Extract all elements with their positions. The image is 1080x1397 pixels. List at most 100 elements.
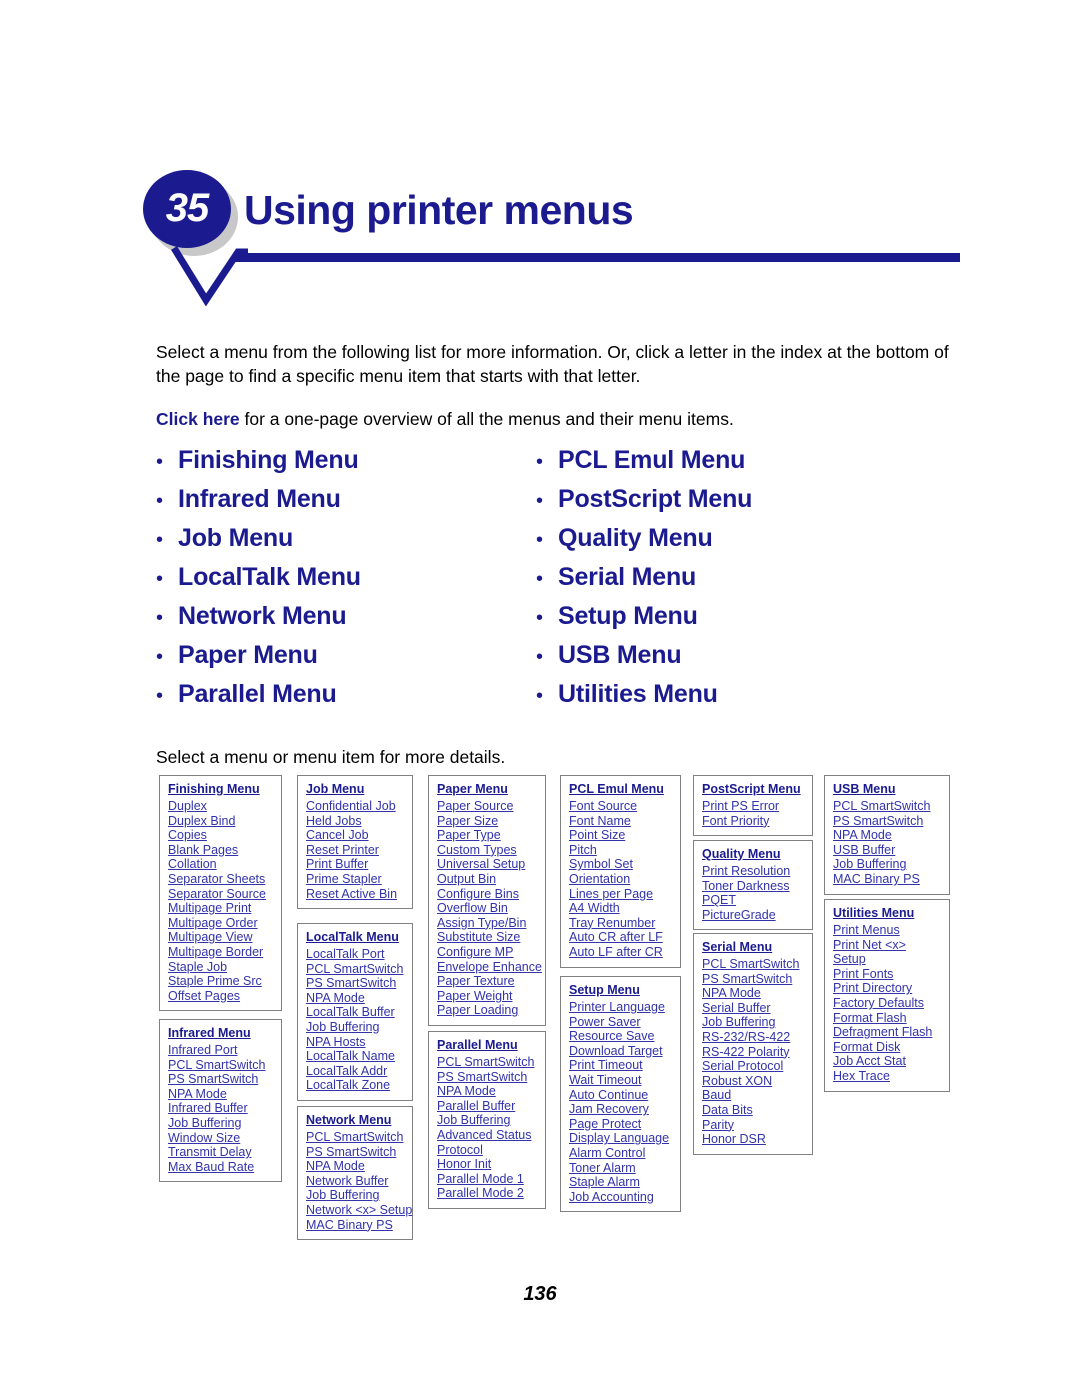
menu-box-title-finishing[interactable]: Finishing Menu [168,782,274,796]
menu-item[interactable]: Format Flash [833,1011,942,1026]
menu-item[interactable]: LocalTalk Buffer [306,1005,405,1020]
menu-item[interactable]: Job Buffering [437,1113,538,1128]
menu-item[interactable]: LocalTalk Addr [306,1064,405,1079]
menu-item[interactable]: Parity [702,1118,805,1133]
menu-item[interactable]: PCL SmartSwitch [437,1055,538,1070]
menu-item[interactable]: Print Buffer [306,857,405,872]
menu-item[interactable]: Job Buffering [306,1188,405,1203]
menu-item[interactable]: NPA Mode [437,1084,538,1099]
menu-item[interactable]: Honor DSR [702,1132,805,1147]
menu-item[interactable]: Serial Buffer [702,1001,805,1016]
menu-item[interactable]: Factory Defaults [833,996,942,1011]
menu-item[interactable]: Copies [168,828,274,843]
menu-item[interactable]: Page Protect [569,1117,673,1132]
menu-item[interactable]: Pitch [569,843,673,858]
menu-item[interactable]: Power Saver [569,1015,673,1030]
menu-item[interactable]: Toner Alarm [569,1161,673,1176]
menu-item[interactable]: Infrared Buffer [168,1101,274,1116]
menu-item[interactable]: Job Buffering [306,1020,405,1035]
menu-item[interactable]: LocalTalk Port [306,947,405,962]
menu-item[interactable]: Auto CR after LF [569,930,673,945]
menu-item[interactable]: Font Name [569,814,673,829]
menu-item[interactable]: USB Buffer [833,843,942,858]
menu-item[interactable]: Separator Source [168,887,274,902]
menu-item[interactable]: PS SmartSwitch [168,1072,274,1087]
menu-item[interactable]: Multipage Print [168,901,274,916]
menu-box-title-paper[interactable]: Paper Menu [437,782,538,796]
menu-item[interactable]: Window Size [168,1131,274,1146]
menu-box-title-pcl-emul[interactable]: PCL Emul Menu [569,782,673,796]
menu-item[interactable]: Auto Continue [569,1088,673,1103]
menu-item[interactable]: Infrared Port [168,1043,274,1058]
menu-item[interactable]: Print Resolution [702,864,805,879]
menu-item[interactable]: Custom Types [437,843,538,858]
menu-item[interactable]: Lines per Page [569,887,673,902]
menu-item[interactable]: Envelope Enhance [437,960,542,975]
menu-item[interactable]: RS-422 Polarity [702,1045,805,1060]
menu-item[interactable]: Resource Save [569,1029,673,1044]
menu-item[interactable]: Job Accounting [569,1190,673,1205]
menu-item[interactable]: PCL SmartSwitch [168,1058,274,1073]
menu-item[interactable]: Parallel Mode 2 [437,1186,538,1201]
menu-item[interactable]: Font Source [569,799,673,814]
menu-box-title-localtalk[interactable]: LocalTalk Menu [306,930,405,944]
menu-item[interactable]: Hex Trace [833,1069,942,1084]
menu-item[interactable]: Toner Darkness [702,879,805,894]
menu-item[interactable]: Held Jobs [306,814,405,829]
menu-item[interactable]: Paper Type [437,828,538,843]
menu-item[interactable]: A4 Width [569,901,673,916]
menu-item[interactable]: PictureGrade [702,908,805,923]
menu-item[interactable]: Print PS Error [702,799,805,814]
menu-item[interactable]: Configure MP [437,945,538,960]
menu-box-title-network[interactable]: Network Menu [306,1113,405,1127]
menu-item[interactable]: Job Acct Stat [833,1054,942,1069]
menu-item[interactable]: Duplex Bind [168,814,274,829]
menu-item[interactable]: Honor Init [437,1157,538,1172]
menu-item[interactable]: Font Priority [702,814,805,829]
menu-item[interactable]: Wait Timeout [569,1073,673,1088]
menu-item[interactable]: Print Menus [833,923,942,938]
menu-item[interactable]: Multipage Border [168,945,274,960]
menu-item[interactable]: Staple Prime Src [168,974,274,989]
menu-item[interactable]: Job Buffering [833,857,942,872]
menu-item[interactable]: PCL SmartSwitch [306,1130,405,1145]
menu-item[interactable]: PS SmartSwitch [306,1145,405,1160]
menu-item[interactable]: Protocol [437,1143,538,1158]
menu-item[interactable]: Transmit Delay [168,1145,274,1160]
menu-item[interactable]: Multipage View [168,930,274,945]
menu-item[interactable]: PCL SmartSwitch [833,799,942,814]
menu-item[interactable]: NPA Mode [306,991,405,1006]
menu-item[interactable]: Paper Source [437,799,538,814]
menu-item[interactable]: Print Fonts [833,967,942,982]
menu-item[interactable]: Paper Texture [437,974,538,989]
menu-box-title-postscript[interactable]: PostScript Menu [702,782,805,796]
menu-item[interactable]: Substitute Size [437,930,538,945]
menu-item[interactable]: Tray Renumber [569,916,673,931]
menu-item[interactable]: Orientation [569,872,673,887]
menu-item[interactable]: Overflow Bin [437,901,538,916]
menu-item[interactable]: Auto LF after CR [569,945,673,960]
menu-item[interactable]: Reset Printer [306,843,405,858]
menu-item[interactable]: Configure Bins [437,887,538,902]
menu-item[interactable]: Output Bin [437,872,538,887]
menu-item[interactable]: LocalTalk Name [306,1049,405,1064]
menu-item[interactable]: NPA Mode [306,1159,405,1174]
menu-item[interactable]: Display Language [569,1131,673,1146]
menu-item[interactable]: Reset Active Bin [306,887,405,902]
menu-item[interactable]: Alarm Control [569,1146,673,1161]
menu-item[interactable]: NPA Hosts [306,1035,405,1050]
menu-item[interactable]: Download Target [569,1044,673,1059]
menu-item[interactable]: Collation [168,857,274,872]
menu-item[interactable]: Duplex [168,799,274,814]
menu-item[interactable]: Multipage Order [168,916,274,931]
menu-item[interactable]: Parallel Mode 1 [437,1172,538,1187]
menu-box-title-serial[interactable]: Serial Menu [702,940,805,954]
menu-item[interactable]: Staple Alarm [569,1175,673,1190]
menu-item[interactable]: Assign Type/Bin [437,916,538,931]
menu-item[interactable]: Max Baud Rate [168,1160,274,1175]
menu-item[interactable]: Data Bits [702,1103,805,1118]
menu-item[interactable]: Job Buffering [168,1116,274,1131]
menu-item[interactable]: PQET [702,893,805,908]
menu-item[interactable]: Blank Pages [168,843,274,858]
menu-box-title-setup[interactable]: Setup Menu [569,983,673,997]
